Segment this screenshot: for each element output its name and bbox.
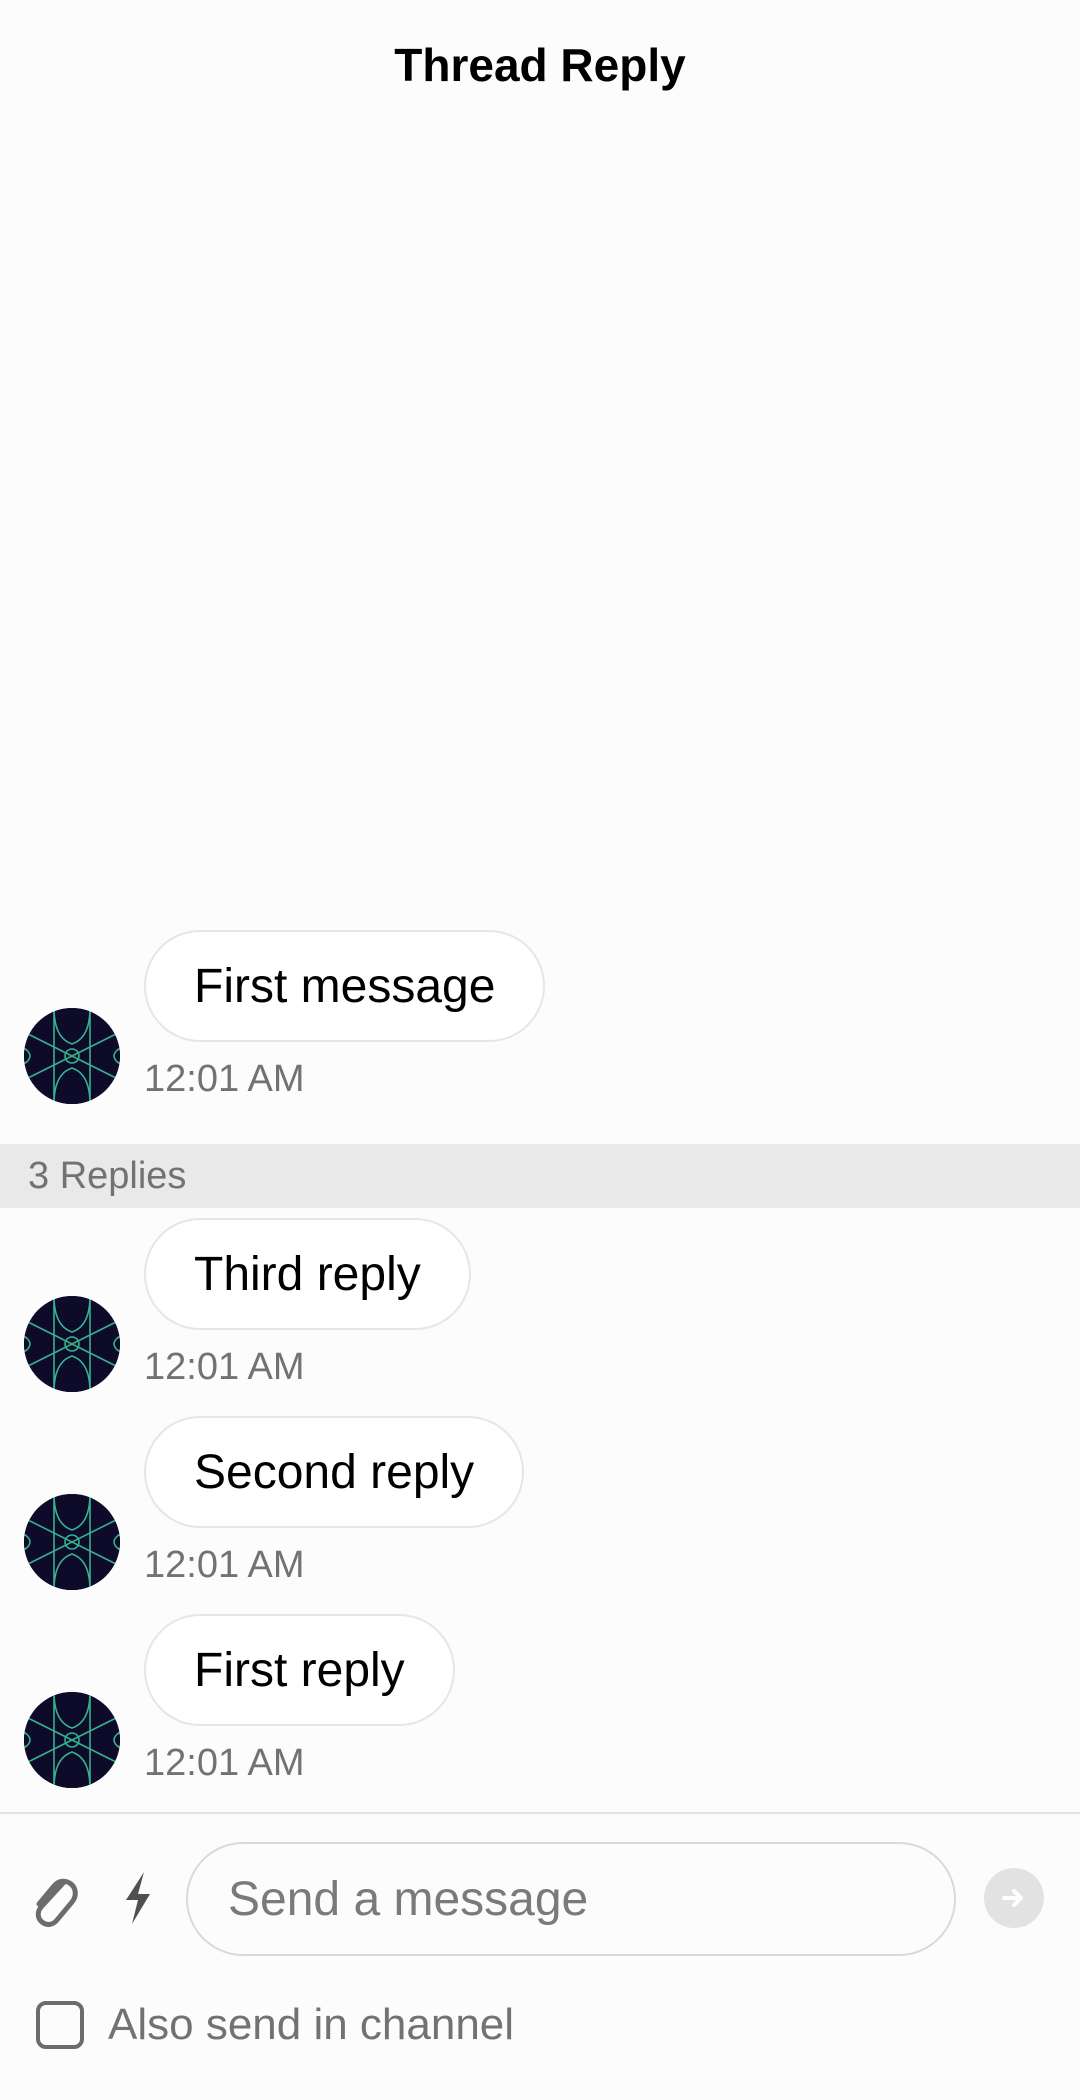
page-title: Thread Reply — [394, 39, 686, 91]
also-send-in-channel[interactable]: Also send in channel — [36, 2000, 514, 2050]
avatar-pattern-icon — [24, 1008, 120, 1104]
avatar[interactable] — [24, 1008, 120, 1104]
composer-divider — [0, 1812, 1080, 1814]
replies-count-bar: 3 Replies — [0, 1144, 1080, 1208]
message-text: Third reply — [194, 1247, 421, 1301]
message-text: First reply — [194, 1643, 405, 1697]
message-text: First message — [194, 959, 496, 1013]
paperclip-icon — [35, 1878, 78, 1927]
message-text: Second reply — [194, 1445, 475, 1499]
replies-count-label: 3 Replies — [28, 1154, 187, 1197]
message-input[interactable] — [188, 1844, 954, 1954]
header: Thread Reply — [0, 0, 1080, 130]
attach-button[interactable] — [26, 1868, 80, 1928]
thread-reply-screen: Thread Reply First message 12:01 AM 3 Re… — [0, 0, 1080, 2100]
message-bubble[interactable]: First reply — [144, 1614, 455, 1726]
avatar[interactable] — [24, 1296, 120, 1392]
avatar-pattern-icon — [24, 1296, 120, 1392]
also-send-label: Also send in channel — [108, 2000, 515, 2049]
avatar[interactable] — [24, 1494, 120, 1590]
lightning-icon — [126, 1872, 150, 1924]
commands-button[interactable] — [118, 1868, 158, 1928]
message-bubble[interactable]: First message — [144, 930, 546, 1042]
send-button[interactable] — [984, 1868, 1044, 1928]
avatar-pattern-icon — [24, 1494, 120, 1590]
message-time: 12:01 AM — [144, 1346, 305, 1388]
avatar[interactable] — [24, 1692, 120, 1788]
message-bubble[interactable]: Second reply — [144, 1416, 525, 1528]
message-time: 12:01 AM — [144, 1544, 305, 1586]
message-bubble[interactable]: Third reply — [144, 1218, 471, 1330]
message-input-wrapper[interactable] — [186, 1842, 956, 1956]
arrow-right-icon — [1002, 1889, 1023, 1907]
also-send-checkbox[interactable] — [36, 2001, 84, 2049]
message-time: 12:01 AM — [144, 1058, 305, 1100]
avatar-pattern-icon — [24, 1692, 120, 1788]
message-time: 12:01 AM — [144, 1742, 305, 1784]
